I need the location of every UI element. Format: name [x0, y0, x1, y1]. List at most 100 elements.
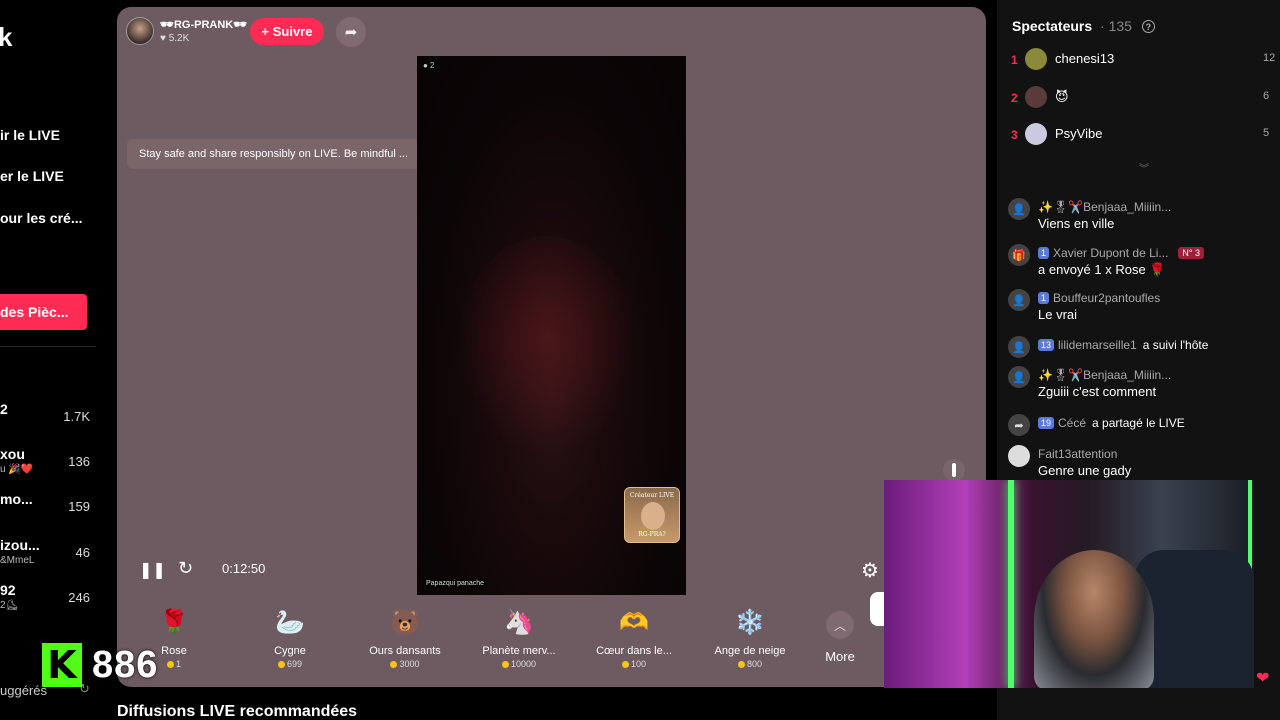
- top-viewer-row[interactable]: 1 chenesi13 12: [997, 46, 1280, 76]
- account-name: mo...: [0, 491, 33, 507]
- gift-name: Cygne: [274, 645, 306, 657]
- rank-number: 1: [1011, 53, 1018, 67]
- level-badge: 19: [1038, 417, 1055, 429]
- chevron-down-icon[interactable]: ︾: [1139, 160, 1149, 175]
- left-sidebar: k ir le LIVE er le LIVE our les cré... d…: [0, 0, 110, 720]
- followed-account[interactable]: 92 2⛸ 246: [0, 582, 96, 616]
- chat-text: a envoyé 1 x Rose 🌹: [1038, 262, 1166, 277]
- account-sub: 2⛸: [0, 600, 19, 611]
- top-viewer-row[interactable]: 3 PsyVibe 5: [997, 121, 1280, 151]
- gift-price: 800: [695, 659, 805, 669]
- more-gifts-button[interactable]: ︿ More: [822, 611, 858, 664]
- spectators-title: Spectateurs: [1012, 18, 1093, 34]
- gift-icon: 🎁: [1008, 244, 1030, 266]
- share-icon[interactable]: ➦: [336, 17, 366, 47]
- gift-name: Cœur dans le...: [596, 645, 672, 657]
- followed-account[interactable]: izou... &MmeL 46: [0, 537, 96, 571]
- chat-username-row: 1 Bouffeur2pantoufles: [1038, 291, 1160, 305]
- gift-name: Planète merv...: [482, 645, 556, 657]
- spectators-header: Spectateurs · 135 ?: [1012, 18, 1155, 34]
- host-info[interactable]: 🕶RG-PRANK🕶 ♥ 5.2K: [126, 17, 247, 45]
- gift-bar: 🌹 Rose 1 🦢 Cygne 699 🐻 Ours dansants 300…: [117, 597, 986, 687]
- swan-gift-icon: 🦢: [275, 608, 305, 636]
- suggested-accounts-label: uggérés: [0, 683, 47, 698]
- chat-action: a partagé le LIVE: [1092, 416, 1185, 430]
- avatar: 👤: [1008, 198, 1030, 220]
- rank-number: 2: [1011, 91, 1018, 105]
- level-badge: 1: [1038, 292, 1050, 304]
- host-avatar[interactable]: [126, 17, 154, 45]
- kick-viewer-count: 886: [92, 643, 159, 686]
- pin-handle-icon[interactable]: [943, 459, 965, 481]
- rank-badge: N° 3: [1178, 247, 1205, 259]
- viewer-name: PsyVibe: [1055, 126, 1103, 141]
- video-player[interactable]: ● 2 Papazqui panache Créateur LIVE RG-PR…: [417, 56, 686, 595]
- pause-icon[interactable]: ❚❚: [139, 560, 166, 580]
- sidebar-link-2[interactable]: er le LIVE: [0, 168, 64, 184]
- chat-text: Viens en ville: [1038, 216, 1115, 231]
- more-label: More: [825, 649, 855, 664]
- gift-item[interactable]: ❄️ Ange de neige 800: [695, 597, 805, 670]
- avatar: [1025, 86, 1047, 108]
- creator-badge-title: Créateur LIVE: [629, 492, 675, 499]
- app-logo[interactable]: k: [0, 22, 12, 53]
- creator-badge-avatar: [641, 502, 665, 530]
- gift-item[interactable]: 🫶 Cœur dans le... 100: [579, 597, 689, 670]
- viewer-name: chenesi13: [1055, 51, 1115, 66]
- sidebar-link-3[interactable]: our les cré...: [0, 210, 82, 226]
- settings-gear-icon[interactable]: ⚙: [861, 558, 879, 583]
- heart-hands-gift-icon: 🫶: [619, 608, 649, 636]
- host-name[interactable]: 🕶RG-PRANK🕶: [160, 18, 247, 31]
- gift-price: 3000: [350, 659, 460, 669]
- recommended-lives-heading: Diffusions LIVE recommandées: [117, 703, 358, 720]
- viewer-score: 12: [1263, 52, 1276, 64]
- webcam-overlay: [884, 480, 1254, 688]
- chat-username-row: 19 Cécé a partagé le LIVE: [1038, 416, 1185, 430]
- gift-item[interactable]: 🦄 Planète merv... 10000: [464, 597, 574, 670]
- reload-icon[interactable]: ↻: [178, 558, 193, 579]
- followed-account[interactable]: 2 1.7K: [0, 401, 96, 435]
- coin-icon: [390, 660, 398, 668]
- coin-icon: [621, 660, 629, 668]
- viewer-score: 6: [1263, 90, 1270, 102]
- avatar: [1025, 123, 1047, 145]
- screen: k ir le LIVE er le LIVE our les cré... d…: [0, 0, 1280, 720]
- gift-item[interactable]: 🦢 Cygne 699: [235, 597, 345, 670]
- chat-text: Zguiii c'est comment: [1038, 384, 1157, 399]
- coin-icon: [277, 660, 285, 668]
- avatar: [1025, 48, 1047, 70]
- rose-gift-icon: 🌹: [159, 608, 189, 636]
- sidebar-divider: [0, 346, 96, 347]
- heart-icon: ❤: [1256, 670, 1270, 687]
- account-viewers: 246: [68, 590, 90, 605]
- spectators-count: · 135: [1100, 18, 1132, 34]
- account-name: 92: [0, 582, 16, 598]
- creator-badge-name: RG-PRA?: [638, 531, 666, 538]
- chat-action: a suivi l'hôte: [1142, 338, 1209, 352]
- gift-price: 100: [579, 659, 689, 669]
- chat-username-row: 13 lilidemarseille1 a suivi l'hôte: [1038, 338, 1208, 352]
- sidebar-link-1[interactable]: ir le LIVE: [0, 127, 60, 143]
- creator-badge[interactable]: Créateur LIVE RG-PRA?: [624, 487, 680, 543]
- top-viewer-row[interactable]: 2 😈 6: [997, 84, 1280, 114]
- avatar: ●: [1008, 445, 1030, 467]
- coin-icon: [737, 660, 745, 668]
- account-viewers: 46: [75, 545, 90, 560]
- viewer-score: 5: [1263, 127, 1270, 139]
- video-frame: [457, 236, 637, 456]
- account-viewers: 136: [68, 454, 90, 469]
- chevron-up-icon: ︿: [826, 611, 854, 639]
- bears-gift-icon: 🐻: [390, 608, 420, 636]
- followed-account[interactable]: mo... 159: [0, 491, 96, 525]
- chat-username-row: 1 Xavier Dupont de Li... N° 3: [1038, 246, 1205, 260]
- followed-account[interactable]: xou u 🎉❤️ 136: [0, 446, 96, 480]
- chat-username: Fait13attention: [1038, 447, 1118, 461]
- follow-button[interactable]: + Suivre: [250, 18, 324, 45]
- neon-light: [1008, 480, 1014, 688]
- avatar: 👤: [1008, 366, 1030, 388]
- get-coins-button[interactable]: des Pièc...: [0, 294, 87, 330]
- video-viewer-count: ● 2: [423, 61, 435, 70]
- help-icon[interactable]: ?: [1141, 20, 1155, 33]
- gift-item[interactable]: 🐻 Ours dansants 3000: [350, 597, 460, 670]
- account-name: xou: [0, 446, 25, 462]
